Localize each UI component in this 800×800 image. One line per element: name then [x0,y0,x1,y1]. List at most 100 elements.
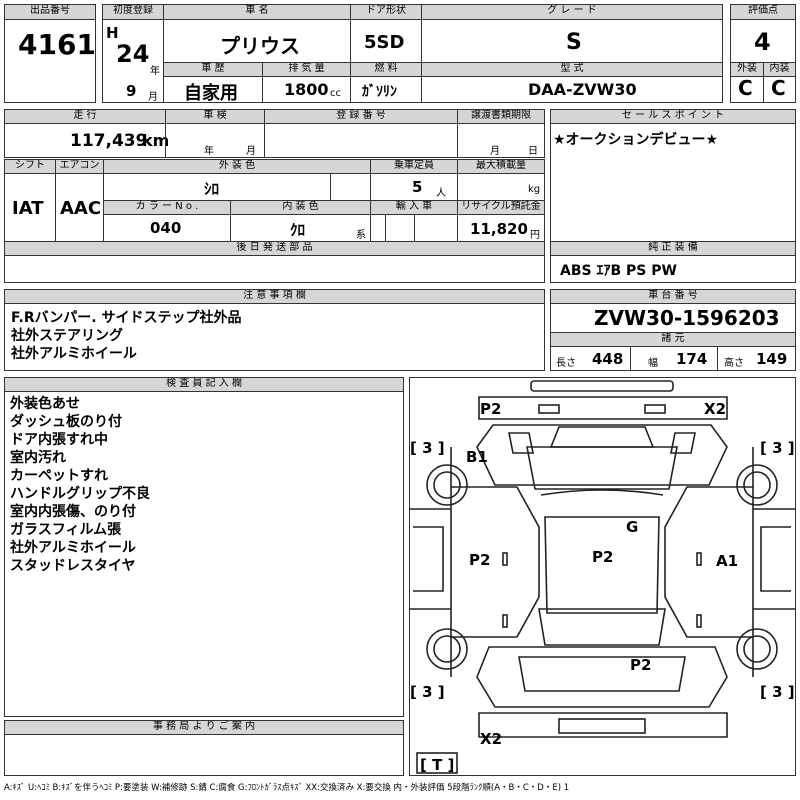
car-name: プリウス [220,34,300,58]
color-box-right [330,173,371,201]
notes-box: F.Rバンパー. サイドステップ社外品 社外ステアリング 社外アルミホイール [4,303,545,371]
dims-wid-label: 幅 [648,358,658,369]
ac-value: AAC [60,198,102,219]
grade-value: S [566,30,582,55]
reg-year: 24 [116,40,150,68]
seats-header: 乗車定員 [370,159,458,174]
import-box-mid [385,214,415,242]
intcolor-value: ｸﾛ [290,221,306,239]
inspector-line: ガラスフィルム張 [10,522,122,538]
dims-len-label: 長さ [556,358,576,369]
later-header: 後 日 発 送 部 品 [4,241,545,256]
mileage-value: 117,439 [70,131,148,151]
mark-front-bumper-right: X2 [704,400,727,418]
notes-header: 注 意 事 項 欄 [4,289,545,304]
recycle-unit: 円 [530,230,540,241]
note-line: 社外アルミホイール [11,346,137,362]
load-unit: kg [528,184,541,195]
seats-value: 5 [412,178,423,196]
mark-rear-bumper: X2 [480,730,503,748]
lot-header: 出品番号 [4,4,96,20]
inspector-line: 外装色あせ [10,396,80,412]
mileage-header: 走 行 [4,109,166,124]
mark-roof: P2 [592,548,614,566]
tire-fl: [ 3 ] [410,439,445,457]
inspect-year-unit: 年 [204,146,214,157]
office-box [4,734,404,776]
transfer-header: 譲渡書類期限 [457,109,545,124]
tire-rl: [ 3 ] [410,683,445,701]
intcolor-unit: 系 [356,230,366,241]
spare-tire: [ T ] [420,756,455,774]
model-header: 型 式 [421,62,723,77]
inspector-line: 室内内張傷、のり付 [10,504,136,520]
history-header: 車 歴 [163,62,263,77]
reg-month-unit: 月 [148,92,158,103]
recycle-value: 11,820 [470,220,528,238]
score-header: 評価点 [730,4,796,20]
mark-windshield: G [626,518,639,536]
disp-value: 1800 [284,80,329,99]
inspect-month-unit: 月 [246,146,256,157]
sales-header: セ ー ル ス ポ イ ン ト [550,109,796,124]
inspector-line: 社外アルミホイール [10,540,136,556]
equip-header: 純 正 装 備 [550,241,796,256]
inspector-line: カーペットすれ [10,468,108,484]
reg-header: 初度登録 [102,4,164,20]
chassis-value: ZVW30-1596203 [594,306,780,330]
tire-rr: [ 3 ] [760,683,795,701]
inspector-line: ドア内張すれ中 [10,432,108,448]
import-header: 輸 入 車 [370,200,458,215]
seats-unit: 人 [436,188,446,199]
mark-door-left: P2 [469,551,491,569]
inspector-header: 検 査 員 記 入 欄 [4,377,404,392]
car-diagram [409,380,795,774]
plate-header: 登 録 番 号 [264,109,458,124]
dims-wid: 174 [676,350,708,368]
shift-header: シフト [4,159,56,174]
model-value: DAA-ZVW30 [528,80,637,99]
ac-header: エアコン [55,159,104,174]
door-type: 5SD [364,32,405,53]
sales-point: ★オークションデビュー★ [553,132,719,148]
shift-value: IAT [12,198,44,219]
intcolor-header: 内 装 色 [230,200,371,215]
inspector-line: 室内汚れ [10,450,66,466]
mark-trunk: P2 [630,656,652,674]
legend: A:ｷｽﾞ U:ﾍｺﾐ B:ｷｽﾞを伴うﾍｺﾐ P:要塗装 W:補修跡 S:錆 … [4,783,570,793]
inspector-box: 外装色あせ ダッシュ板のり付 ドア内張すれ中 室内汚れ カーペットすれ ハンドル… [4,391,404,717]
dims-header: 諸 元 [550,332,796,347]
note-line: F.Rバンパー. サイドステップ社外品 [11,310,242,326]
score-value: 4 [754,28,771,56]
grade-header: グ レ ー ド [421,4,723,20]
disp-header: 排 気 量 [262,62,351,77]
transfer-day-unit: 日 [528,146,538,157]
chassis-header: 車 台 番 号 [550,289,796,304]
ext-value: C [738,76,753,100]
inspector-line: スタッドレスタイヤ [10,558,136,574]
color-header: 外 装 色 [103,159,371,174]
fuel-header: 燃 料 [350,62,422,77]
name-header: 車 名 [163,4,351,20]
inspector-line: ハンドルグリップ不良 [10,486,150,502]
mark-fender-left: B1 [466,448,488,466]
mark-front-bumper-left: P2 [480,400,502,418]
tire-fr: [ 3 ] [760,439,795,457]
office-header: 事 務 局 よ り ご 案 内 [4,720,404,735]
inspect-header: 車 検 [165,109,265,124]
dims-len: 448 [592,350,624,368]
ext-header: 外装 [730,62,764,77]
fuel-value: ｶﾞｿﾘﾝ [362,84,397,100]
int-value: C [771,76,786,100]
color-value: ｼﾛ [204,180,220,198]
dims-hgt: 149 [756,350,788,368]
colorno-value: 040 [150,219,182,237]
transfer-month-unit: 月 [490,146,500,157]
recycle-header: リサイクル預託金 [457,200,545,215]
lot-number: 4161 [18,28,96,61]
equip-value: ABS ｴｱB PS PW [560,263,677,279]
dims-hgt-label: 高さ [724,358,744,369]
mark-door-right: A1 [716,552,739,570]
disp-unit: cc [330,88,341,99]
inspector-line: ダッシュ板のり付 [10,414,122,430]
